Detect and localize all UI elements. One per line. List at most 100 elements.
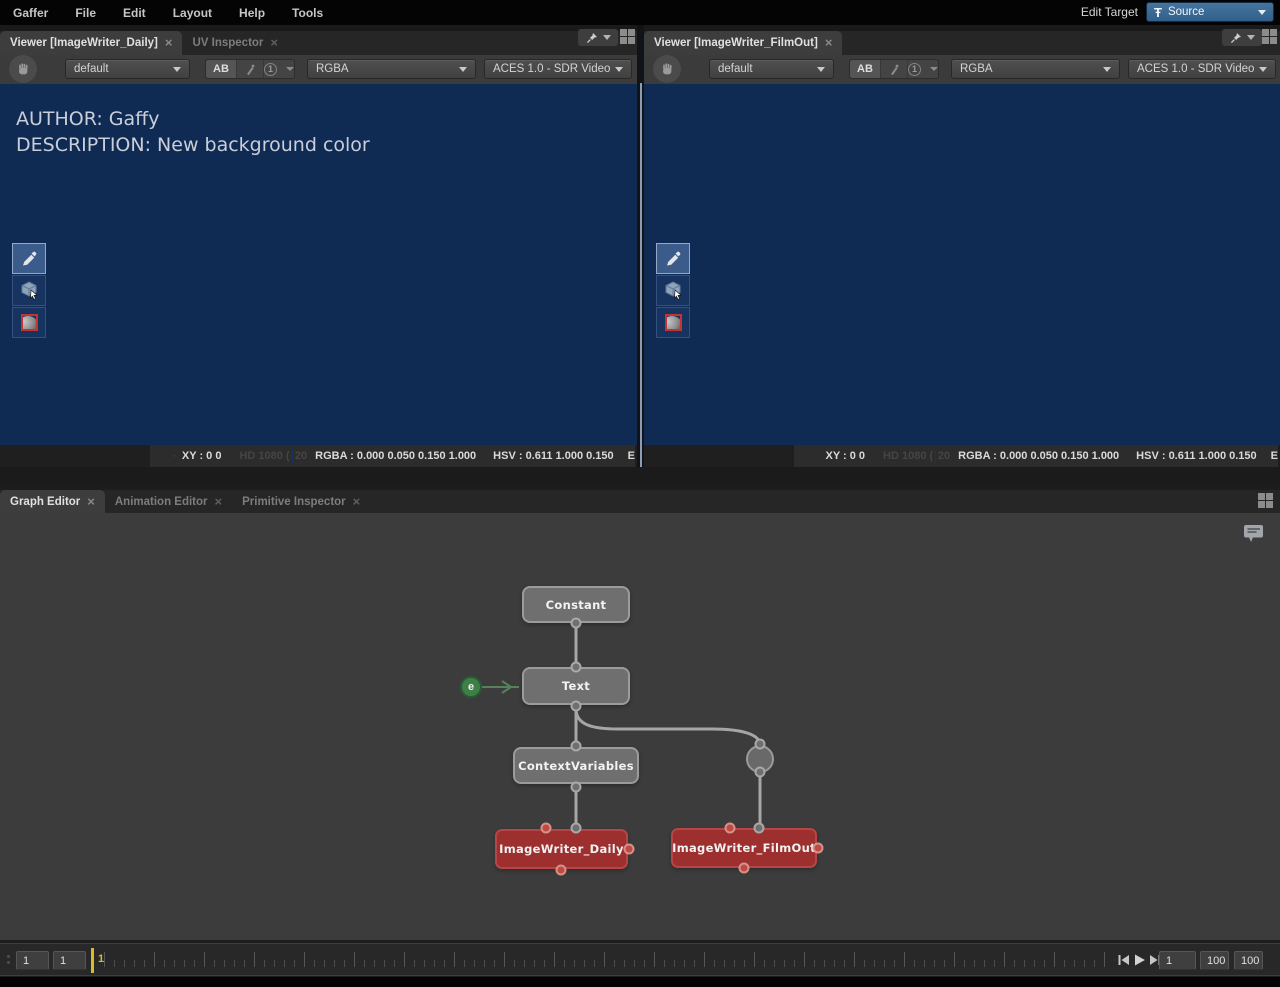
wipe-tool-button[interactable] — [237, 60, 264, 78]
current-frame-field-left[interactable]: 1 — [53, 951, 86, 970]
plug-text-in[interactable] — [571, 662, 582, 673]
plug-contextvariables-out[interactable] — [571, 782, 582, 793]
selection-tool-button[interactable] — [12, 275, 46, 306]
plug-daily-in[interactable] — [571, 823, 582, 834]
layout-grid-icon[interactable] — [620, 29, 636, 45]
pin-menu-button[interactable] — [578, 29, 618, 46]
close-icon[interactable]: × — [215, 497, 223, 507]
viewport-filmout[interactable] — [644, 84, 1280, 445]
current-frame-field-right[interactable]: 1 — [1159, 951, 1196, 970]
bottom-panel: Graph Editor × Animation Editor × Primit… — [0, 487, 1280, 977]
view-select-dropdown[interactable]: default — [709, 59, 834, 79]
ab-compare-button[interactable]: AB — [206, 60, 237, 78]
tab-uv-inspector[interactable]: UV Inspector × — [182, 31, 288, 55]
horizontal-splitter[interactable] — [0, 467, 1280, 487]
end-frame-limit-field[interactable]: 100 — [1234, 951, 1263, 970]
plug-dot-in[interactable] — [755, 739, 766, 750]
skip-to-start-button[interactable] — [1117, 954, 1130, 966]
selection-tool-button[interactable] — [656, 275, 690, 306]
plug-filmout-aux-top[interactable] — [725, 823, 736, 834]
drag-hand-button[interactable] — [653, 55, 681, 83]
close-icon[interactable]: × — [825, 38, 833, 48]
playhead-marker[interactable] — [91, 948, 94, 973]
plug-filmout-aux-right[interactable] — [813, 843, 824, 854]
chevron-down-icon — [459, 67, 467, 72]
tab-viewer-imagewriter-daily[interactable]: Viewer [ImageWriter_Daily] × — [0, 31, 182, 55]
wipe-brush-icon — [888, 63, 900, 75]
color-picker-tool-button[interactable] — [656, 243, 690, 274]
compare-image-button[interactable]: 1 — [264, 60, 294, 78]
bottom-tabbar: Graph Editor × Animation Editor × Primit… — [0, 490, 1280, 513]
frame-ruler[interactable] — [104, 949, 1108, 972]
view-select-dropdown[interactable]: default — [65, 59, 190, 79]
eyedropper-icon — [663, 249, 683, 269]
tab-graph-editor[interactable]: Graph Editor × — [0, 490, 105, 514]
viewport-daily[interactable]: AUTHOR: Gaffy DESCRIPTION: New backgroun… — [0, 84, 637, 445]
node-text[interactable]: Text — [522, 667, 630, 705]
node-contextvariables[interactable]: ContextVariables — [513, 747, 639, 784]
menu-edit[interactable]: Edit — [123, 6, 146, 20]
tab-label: Primitive Inspector — [242, 496, 346, 508]
graph-wires — [0, 513, 1280, 940]
end-frame-field[interactable]: 100 — [1200, 951, 1229, 970]
plug-filmout-out[interactable] — [739, 863, 750, 874]
node-imagewriter-daily[interactable]: ImageWriter_Daily — [495, 829, 628, 869]
close-icon[interactable]: × — [87, 497, 95, 507]
close-icon[interactable]: × — [353, 497, 361, 507]
timeline-grip-handle[interactable] — [7, 955, 10, 967]
vertical-splitter[interactable] — [637, 25, 644, 467]
display-transform-dropdown[interactable]: ACES 1.0 - SDR Video — [1128, 59, 1276, 79]
plug-filmout-in[interactable] — [754, 823, 765, 834]
tab-animation-editor[interactable]: Animation Editor × — [105, 490, 232, 514]
viewer-tool-column — [656, 243, 690, 339]
tab-label: Animation Editor — [115, 496, 208, 508]
channels-dropdown[interactable]: RGBA — [307, 59, 476, 79]
viewer-tool-column — [12, 243, 46, 339]
tab-viewer-imagewriter-filmout[interactable]: Viewer [ImageWriter_FilmOut] × — [644, 31, 842, 55]
layout-grid-icon[interactable] — [1262, 29, 1278, 45]
node-expression[interactable]: e — [460, 676, 482, 698]
viewer-panel-filmout: Viewer [ImageWriter_FilmOut] × — [644, 25, 1280, 461]
start-frame-field[interactable]: 1 — [16, 951, 49, 970]
plug-dot-out[interactable] — [755, 767, 766, 778]
plug-daily-out[interactable] — [556, 865, 567, 876]
plug-constant-out[interactable] — [571, 618, 582, 629]
target-pin-icon: Ŧ — [1154, 5, 1162, 20]
playback-controls — [1117, 954, 1162, 966]
drag-hand-button[interactable] — [9, 55, 37, 83]
menu-tools[interactable]: Tools — [292, 6, 323, 20]
plug-contextvariables-in[interactable] — [571, 741, 582, 752]
menu-help[interactable]: Help — [239, 6, 265, 20]
edit-target-dropdown[interactable]: Ŧ Source — [1146, 2, 1274, 22]
plug-text-out[interactable] — [571, 701, 582, 712]
menu-file[interactable]: File — [75, 6, 96, 20]
status-exposure-clipped: E — [628, 450, 635, 462]
menu-layout[interactable]: Layout — [173, 6, 212, 20]
tab-label: Graph Editor — [10, 496, 80, 508]
crop-window-tool-button[interactable] — [656, 307, 690, 338]
pin-icon — [586, 32, 598, 44]
status-rgba: RGBA : 0.000 0.050 0.150 1.000 — [958, 450, 1119, 462]
chevron-down-icon — [930, 67, 938, 71]
pixel-color-swatch — [935, 450, 936, 463]
eyedropper-icon — [19, 249, 39, 269]
viewer-panel-daily: Viewer [ImageWriter_Daily] × UV Inspecto… — [0, 25, 637, 461]
display-transform-dropdown[interactable]: ACES 1.0 - SDR Video — [484, 59, 632, 79]
menu-gaffer[interactable]: Gaffer — [13, 6, 48, 20]
tab-primitive-inspector[interactable]: Primitive Inspector × — [232, 490, 370, 514]
channels-dropdown[interactable]: RGBA — [951, 59, 1120, 79]
ab-compare-button[interactable]: AB — [850, 60, 881, 78]
color-picker-tool-button[interactable] — [12, 243, 46, 274]
wipe-tool-button[interactable] — [881, 60, 908, 78]
pin-menu-button[interactable] — [1222, 29, 1262, 46]
close-icon[interactable]: × — [270, 38, 278, 48]
close-icon[interactable]: × — [165, 38, 173, 48]
status-rgba: RGBA : 0.000 0.050 0.150 1.000 — [315, 450, 476, 462]
compare-image-button[interactable]: 1 — [908, 60, 938, 78]
plug-daily-aux-right[interactable] — [624, 844, 635, 855]
crop-window-tool-button[interactable] — [12, 307, 46, 338]
plug-daily-aux-top[interactable] — [541, 823, 552, 834]
hand-icon — [15, 61, 31, 77]
layout-grid-icon[interactable] — [1258, 493, 1274, 509]
play-button[interactable] — [1133, 954, 1146, 966]
